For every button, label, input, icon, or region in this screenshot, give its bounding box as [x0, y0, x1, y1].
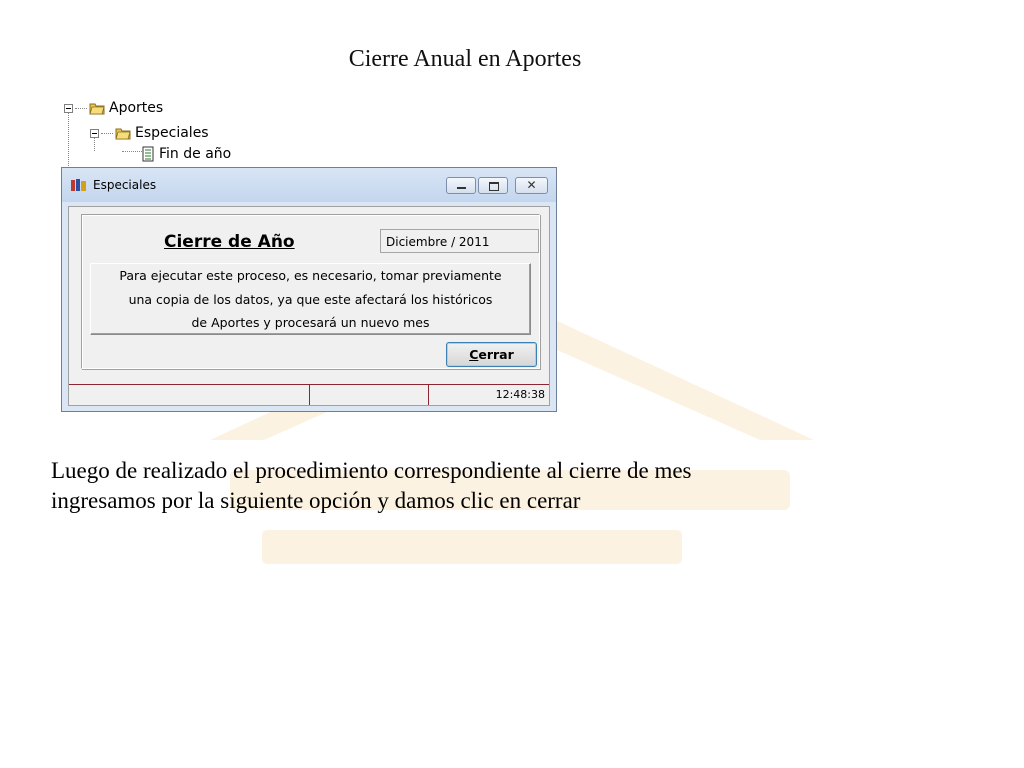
status-time: 12:48:38	[495, 388, 545, 401]
slide-caption: Luego de realizado el procedimiento corr…	[51, 456, 931, 516]
message-line: Para ejecutar este proceso, es necesario…	[119, 268, 502, 283]
caption-line: Luego de realizado el procedimiento corr…	[51, 458, 692, 483]
document-icon	[142, 146, 154, 162]
folder-icon	[89, 103, 105, 115]
maximize-button[interactable]	[478, 177, 508, 194]
message-line: una copia de los datos, ya que este afec…	[128, 291, 493, 307]
message-line: de Aportes y procesará un nuevo mes	[191, 315, 430, 330]
caption-line: ingresamos por la siguiente opción y dam…	[51, 488, 581, 513]
window-client-area: Cierre de Año Diciembre / 2011 Para ejec…	[68, 206, 550, 406]
accelerator-key: C	[469, 347, 479, 362]
tree-item-especiales[interactable]: Especiales	[90, 123, 209, 143]
window-title: Especiales	[93, 178, 157, 192]
tree-item-label: Fin de año	[159, 146, 232, 162]
cerrar-button[interactable]: Cerrar	[446, 342, 537, 367]
close-window-button[interactable]: ✕	[515, 177, 548, 194]
warning-message: Para ejecutar este proceso, es necesario…	[90, 263, 531, 335]
button-label: errar	[478, 347, 514, 362]
books-app-icon	[71, 179, 86, 191]
tree-item-label: Especiales	[135, 125, 209, 141]
close-icon: ✕	[526, 178, 537, 192]
tree-item-aportes[interactable]: Aportes	[64, 98, 163, 118]
dialog-panel: Cierre de Año Diciembre / 2011 Para ejec…	[81, 214, 540, 369]
especiales-window: Especiales ✕ Cierre de Año Diciembre / 2…	[61, 167, 557, 412]
menu-tree: Aportes Especiales Fin de año	[62, 96, 302, 171]
collapse-toggle-icon[interactable]	[64, 103, 73, 113]
dialog-heading: Cierre de Año	[164, 232, 295, 252]
status-cell	[69, 385, 310, 405]
status-bar: 12:48:38	[69, 384, 549, 405]
window-titlebar[interactable]: Especiales ✕	[62, 168, 556, 202]
status-cell	[310, 385, 429, 405]
slide-title: Cierre Anual en Aportes	[348, 46, 582, 72]
tree-item-label: Aportes	[109, 100, 164, 116]
collapse-toggle-icon[interactable]	[90, 128, 99, 138]
folder-icon	[115, 128, 131, 140]
minimize-button[interactable]	[446, 177, 476, 194]
tree-item-fin-de-ano[interactable]: Fin de año	[142, 144, 231, 164]
period-field[interactable]: Diciembre / 2011	[380, 229, 539, 253]
